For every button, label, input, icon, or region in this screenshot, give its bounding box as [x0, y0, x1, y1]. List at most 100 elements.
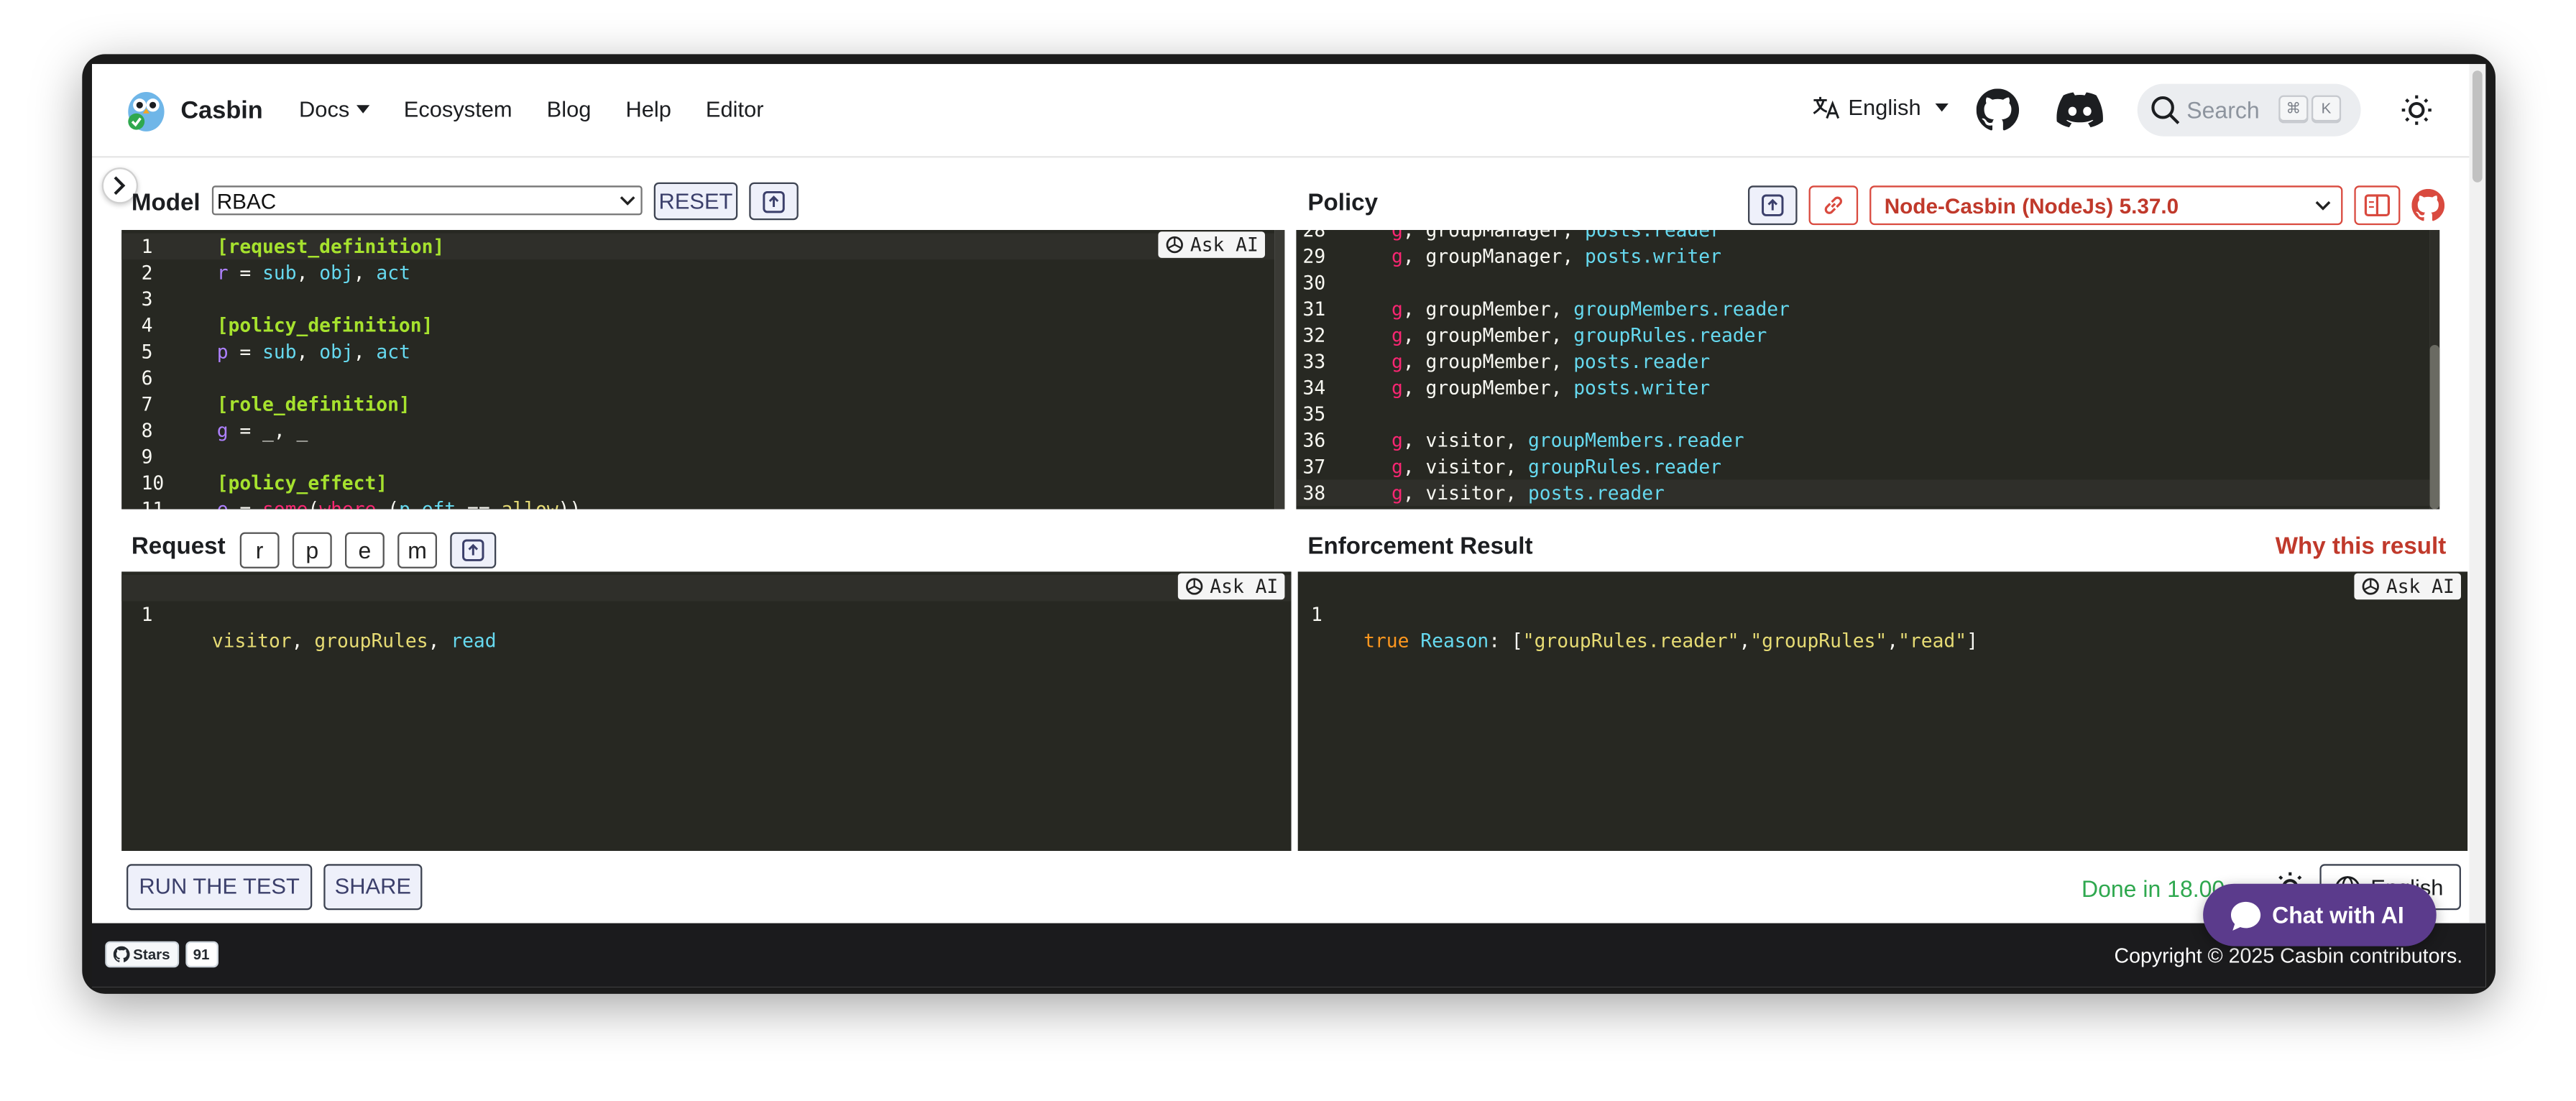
code-text: e = some(where (p.eft == allow)) [217, 496, 581, 510]
line-number: 33 [1302, 349, 1326, 373]
request-token-r[interactable]: r [239, 532, 280, 568]
ask-ai-label: Ask AI [2386, 574, 2455, 598]
code-text: g, groupMember, groupMembers.reader [1392, 295, 1790, 322]
code-token: groupRules.reader [1527, 455, 1721, 479]
code-token: g [1391, 428, 1403, 452]
chat-bubble-icon [2230, 901, 2261, 931]
nav-help[interactable]: Help [625, 97, 671, 121]
code-text: [role_definition] [217, 391, 410, 418]
code-token: ] [1966, 629, 1978, 653]
model-ask-ai-button[interactable]: Ask AI [1159, 231, 1265, 258]
code-token: true [1363, 629, 1409, 653]
nav-editor[interactable]: Editor [706, 97, 764, 121]
request-upload-button[interactable] [450, 532, 497, 568]
github-icon[interactable] [2411, 188, 2445, 222]
sun-icon[interactable] [2400, 93, 2433, 126]
editor-line: 5 p = sub, obj, act [121, 338, 1275, 365]
stars-count[interactable]: 91 [185, 941, 218, 968]
code-token: , [353, 340, 377, 364]
chat-with-ai-button[interactable]: Chat with AI [2203, 883, 2437, 946]
policy-scrollbar-thumb[interactable] [2429, 344, 2440, 510]
request-token-p[interactable]: p [292, 532, 332, 568]
code-token: [role_definition] [216, 392, 410, 416]
model-select-value: RBAC [216, 188, 277, 214]
page: Casbin Docs Ecosystem Blog Help Editor E… [91, 64, 2486, 987]
line-number: 3 [141, 287, 153, 310]
run-test-button[interactable]: RUN THE TEST [126, 864, 313, 911]
reset-button[interactable]: RESET [653, 182, 738, 221]
policy-upload-button[interactable] [1747, 185, 1798, 226]
editor-line: 34 g, groupMember, posts.writer [1296, 374, 2429, 401]
line-number: 10 [141, 471, 165, 494]
editor-line: 37 g, visitor, groupRules.reader [1296, 453, 2429, 480]
code-token: )) [558, 498, 581, 510]
link-icon [1824, 196, 1842, 214]
nav-blog[interactable]: Blog [547, 97, 592, 121]
code-token: act [376, 261, 410, 285]
nav-ecosystem[interactable]: Ecosystem [404, 97, 512, 121]
github-icon[interactable] [1976, 88, 2020, 131]
split-view-button[interactable] [2354, 185, 2401, 226]
stars-button[interactable]: Stars [105, 941, 179, 968]
result-editor[interactable]: 1 true Reason: ["groupRules.reader","gro… [1297, 571, 2468, 851]
engine-select-value: Node-Casbin (NodeJs) 5.37.0 [1884, 193, 2179, 218]
request-ask-ai-button[interactable]: Ask AI [1178, 573, 1285, 600]
code-token: posts.reader [1573, 349, 1711, 373]
discord-icon[interactable] [2055, 92, 2104, 128]
line-number: 5 [141, 340, 153, 364]
code-text: g = _, _ [217, 418, 308, 444]
code-token: g [1391, 297, 1403, 321]
nav-docs[interactable]: Docs [299, 97, 369, 121]
policy-scrollbar[interactable] [2429, 229, 2440, 510]
code-token: "groupRules" [1750, 629, 1887, 653]
brand[interactable]: Casbin [125, 87, 263, 133]
editor-line: 10 [policy_effect] [121, 470, 1275, 497]
language-dropdown[interactable]: English [1812, 96, 1949, 120]
model-editor[interactable]: 11 e = some(where (p.eft == allow))10[pol… [121, 229, 1275, 510]
copy-link-button[interactable] [1808, 185, 1859, 226]
upload-icon [462, 539, 484, 561]
top-navbar: Casbin Docs Ecosystem Blog Help Editor E… [91, 64, 2470, 158]
line-number: 6 [141, 366, 153, 390]
model-select[interactable]: RBAC [211, 185, 643, 216]
model-upload-button[interactable] [749, 182, 799, 221]
code-token: , groupMember, [1402, 323, 1574, 347]
copyright-text: Copyright © 2025 Casbin contributors. [2114, 944, 2463, 968]
line-number: 11 [121, 496, 207, 510]
code-token: , visitor, [1402, 455, 1528, 479]
request-editor[interactable]: 1 visitor, groupRules, read Ask AI [121, 571, 1292, 851]
page-scrollbar-thumb[interactable] [2472, 70, 2483, 183]
chat-label: Chat with AI [2272, 901, 2404, 929]
code-text: g, groupMember, posts.reader [1392, 349, 1710, 375]
code-token: , groupManager, [1402, 229, 1586, 241]
code-token: = [228, 261, 263, 285]
model-scrollbar[interactable] [1274, 229, 1285, 510]
line-number: 29 [1302, 244, 1326, 268]
openai-icon [2363, 578, 2380, 595]
nav-links: Docs Ecosystem Blog Help Editor [299, 97, 764, 121]
code-token: p [216, 340, 229, 364]
upload-icon [1762, 194, 1784, 216]
code-token: , [1887, 629, 1899, 653]
search-input[interactable]: Search ⌘ K [2137, 83, 2361, 137]
brand-name: Casbin [180, 96, 263, 124]
ask-ai-label: Ask AI [1210, 574, 1279, 598]
line-number: 34 [1302, 376, 1326, 400]
code-token: sub [262, 261, 297, 285]
editor-line: 31 g, groupMember, groupMembers.reader [1296, 295, 2429, 322]
engine-select[interactable]: Node-Casbin (NodeJs) 5.37.0 [1869, 185, 2343, 226]
share-button[interactable]: SHARE [323, 864, 423, 911]
editor-line: 6 [121, 364, 1275, 391]
page-scrollbar[interactable] [2469, 64, 2486, 923]
request-token-e[interactable]: e [344, 532, 385, 568]
editor-line: 9 [121, 443, 1275, 470]
request-token-m[interactable]: m [397, 532, 437, 568]
github-stars[interactable]: Stars 91 [105, 941, 218, 968]
language-label: English [1848, 95, 1921, 120]
why-this-result-link[interactable]: Why this result [2276, 534, 2447, 561]
casbin-logo-icon [128, 91, 165, 132]
code-text: g, visitor, posts.reader [1392, 479, 1665, 506]
result-ask-ai-button[interactable]: Ask AI [2355, 573, 2461, 600]
policy-editor[interactable]: 38 g, visitor, posts.reader 37 g, visitor, … [1296, 229, 2430, 510]
